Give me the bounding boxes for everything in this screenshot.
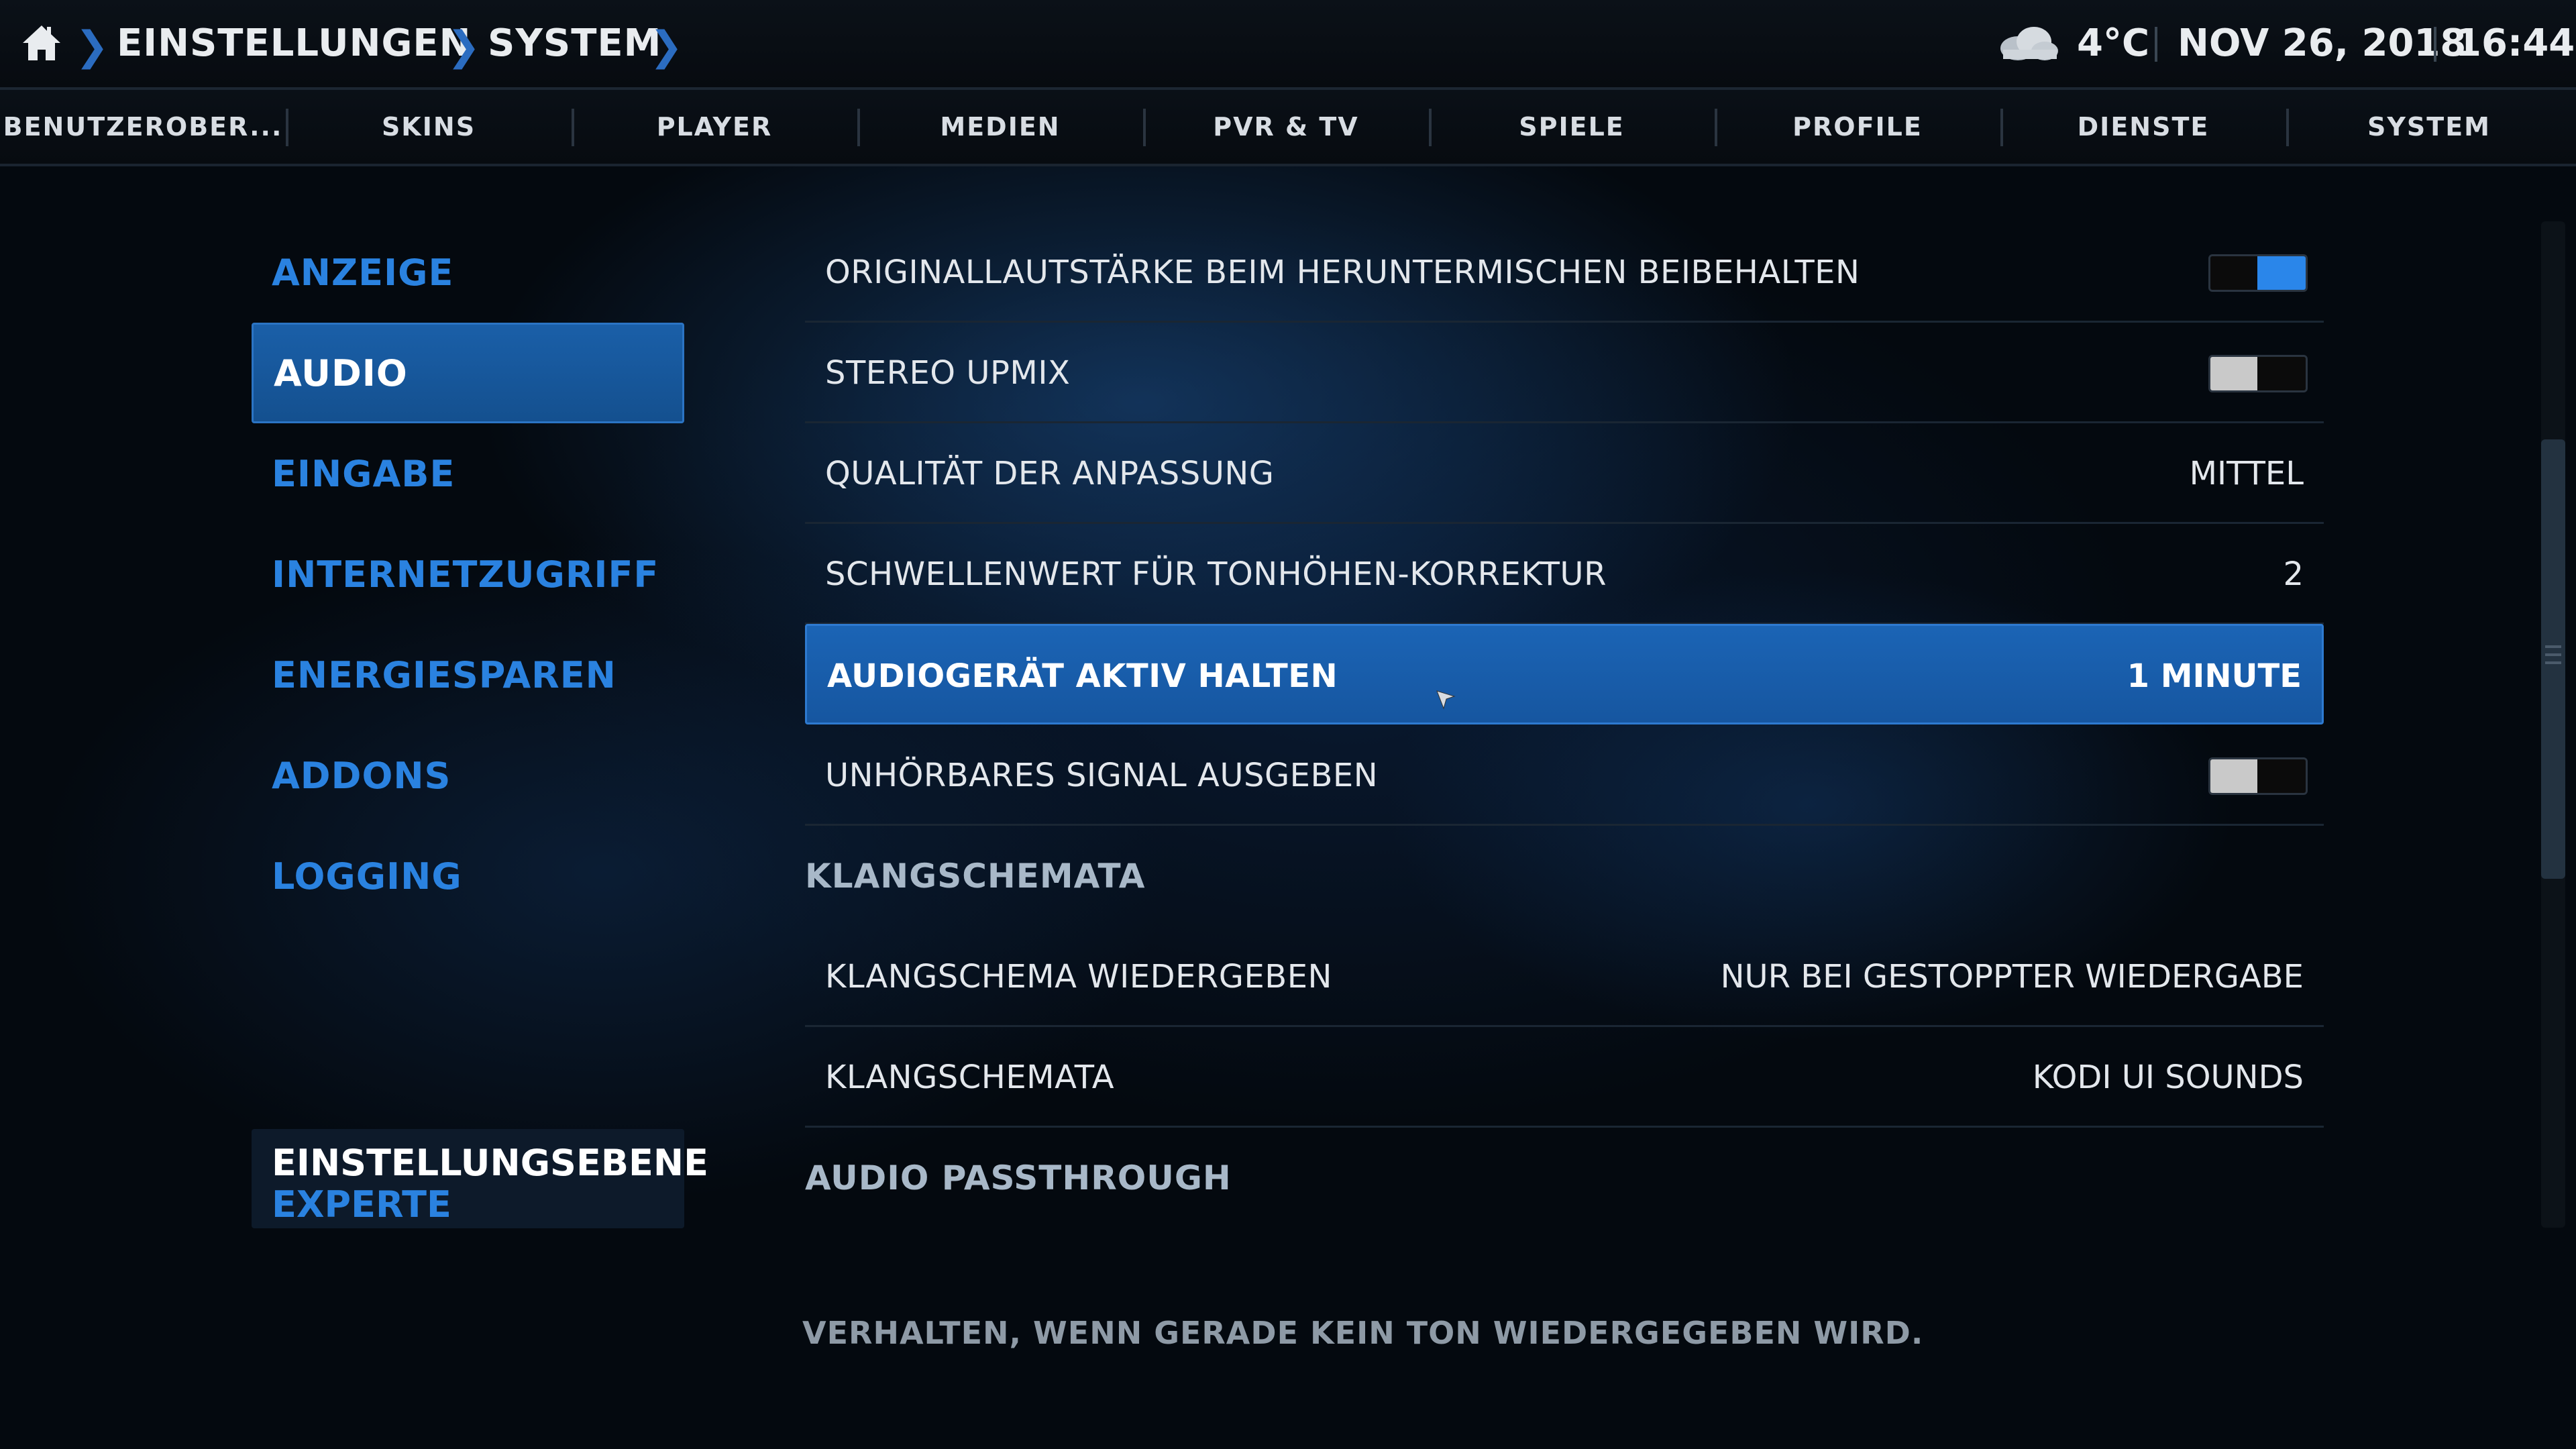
setting-row-maintain-volume[interactable]: ORIGINALLAUTSTÄRKE BEIM HERUNTERMISCHEN … — [805, 222, 2324, 323]
setting-label: AUDIOGERÄT AKTIV HALTEN — [827, 657, 1338, 695]
breadcrumb-item-system[interactable]: SYSTEM — [488, 21, 661, 65]
setting-row-sound-schemes[interactable]: KLANGSCHEMATA KODI UI SOUNDS — [805, 1027, 2324, 1128]
setting-value: 2 — [2283, 555, 2304, 593]
setting-description: VERHALTEN, WENN GERADE KEIN TON WIEDERGE… — [802, 1315, 1924, 1351]
tab-interface[interactable]: BENUTZEROBER... — [0, 90, 286, 164]
tab-skins[interactable]: SKINS — [286, 90, 572, 164]
setting-label: KLANGSCHEMA WIEDERGEBEN — [825, 958, 1332, 996]
setting-label: SCHWELLENWERT FÜR TONHÖHEN-KORREKTUR — [825, 555, 1607, 593]
breadcrumb-separator-icon: ❯ — [447, 23, 481, 70]
setting-label: ORIGINALLAUTSTÄRKE BEIM HERUNTERMISCHEN … — [825, 254, 1860, 291]
section-header-sound-schemes: KLANGSCHEMATA — [805, 857, 1146, 896]
home-icon[interactable] — [20, 21, 63, 64]
tab-profiles[interactable]: PROFILE — [1715, 90, 2000, 164]
menu-item-display[interactable]: ANZEIGE — [252, 222, 684, 323]
setting-value: MITTEL — [2189, 455, 2304, 492]
menu-item-input[interactable]: EINGABE — [252, 423, 684, 524]
breadcrumb-item-settings[interactable]: EINSTELLUNGEN — [117, 21, 472, 65]
setting-row-inaudible-signal[interactable]: UNHÖRBARES SIGNAL AUSGEBEN — [805, 725, 2324, 826]
breadcrumb-separator-icon: ❯ — [75, 23, 109, 70]
tab-games[interactable]: SPIELE — [1429, 90, 1715, 164]
settings-level-value: EXPERTE — [272, 1183, 451, 1226]
setting-label: KLANGSCHEMATA — [825, 1059, 1115, 1096]
menu-item-logging[interactable]: LOGGING — [252, 826, 684, 926]
mouse-cursor-icon — [1436, 690, 1456, 710]
temperature-text: 4°C — [2077, 21, 2150, 65]
setting-label: STEREO UPMIX — [825, 354, 1071, 392]
toggle-switch[interactable] — [2208, 355, 2308, 392]
setting-row-pitch-threshold[interactable]: SCHWELLENWERT FÜR TONHÖHEN-KORREKTUR 2 — [805, 524, 2324, 625]
clock-text: 16:44 — [2455, 21, 2575, 65]
setting-value: 1 MINUTE — [2127, 657, 2302, 695]
setting-row-resample-quality[interactable]: QUALITÄT DER ANPASSUNG MITTEL — [805, 423, 2324, 524]
cloud-icon — [2000, 27, 2058, 60]
scrollbar-grip-line — [2545, 653, 2561, 656]
setting-label: UNHÖRBARES SIGNAL AUSGEBEN — [825, 757, 1379, 794]
top-bar: ❯ EINSTELLUNGEN ❯ SYSTEM ❯ 4°C NOV 26, 2… — [0, 0, 2576, 90]
tab-pvr-tv[interactable]: PVR & TV — [1143, 90, 1429, 164]
date-text: NOV 26, 2018 — [2178, 21, 2467, 65]
section-header-audio-passthrough: AUDIO PASSTHROUGH — [805, 1159, 1232, 1197]
settings-level-title: EINSTELLUNGSEBENE — [272, 1142, 708, 1184]
tab-media[interactable]: MEDIEN — [857, 90, 1143, 164]
menu-item-internet[interactable]: INTERNETZUGRIFF — [252, 524, 684, 625]
scrollbar-thumb[interactable] — [2541, 439, 2565, 879]
setting-value: KODI UI SOUNDS — [2032, 1059, 2304, 1096]
header-divider — [2155, 27, 2157, 62]
setting-row-stereo-upmix[interactable]: STEREO UPMIX — [805, 323, 2324, 423]
toggle-switch[interactable] — [2208, 254, 2308, 292]
tab-system[interactable]: SYSTEM — [2286, 90, 2572, 164]
setting-row-play-sound-scheme[interactable]: KLANGSCHEMA WIEDERGEBEN NUR BEI GESTOPPT… — [805, 926, 2324, 1027]
breadcrumb-separator-icon: ❯ — [649, 23, 684, 70]
menu-item-power-saving[interactable]: ENERGIESPAREN — [252, 625, 684, 725]
tab-player[interactable]: PLAYER — [572, 90, 857, 164]
header-divider — [2434, 27, 2436, 62]
menu-item-addons[interactable]: ADDONS — [252, 725, 684, 826]
setting-label: QUALITÄT DER ANPASSUNG — [825, 455, 1275, 492]
setting-value: NUR BEI GESTOPPTER WIEDERGABE — [1720, 958, 2304, 996]
category-tabs: BENUTZEROBER... SKINS PLAYER MEDIEN PVR … — [0, 90, 2576, 166]
scrollbar-grip-line — [2545, 645, 2561, 648]
tab-services[interactable]: DIENSTE — [2000, 90, 2286, 164]
menu-item-audio[interactable]: AUDIO — [252, 323, 684, 423]
settings-level-button[interactable]: EINSTELLUNGSEBENE EXPERTE — [252, 1129, 708, 1228]
toggle-switch[interactable] — [2208, 757, 2308, 795]
setting-row-keep-device-alive[interactable]: AUDIOGERÄT AKTIV HALTEN 1 MINUTE — [805, 624, 2324, 724]
scrollbar-grip-line — [2545, 661, 2561, 664]
